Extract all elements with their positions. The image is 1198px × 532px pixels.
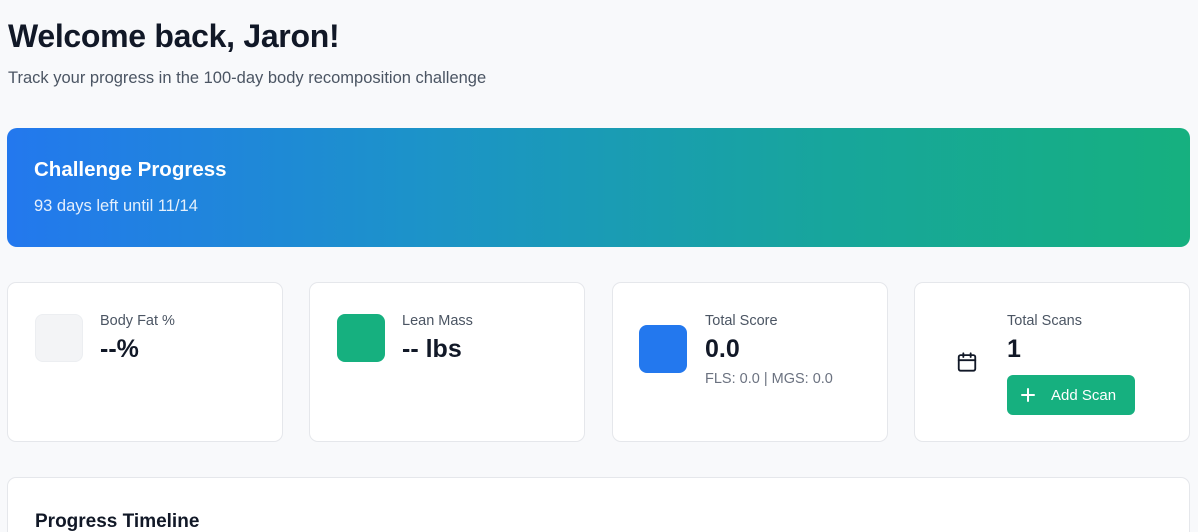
total-scans-card: Total Scans 1 Add Scan [914, 282, 1190, 442]
progress-timeline-card: Progress Timeline [7, 477, 1190, 532]
calendar-icon [957, 352, 977, 372]
add-scan-button[interactable]: Add Scan [1007, 375, 1135, 415]
score-breakdown: FLS: 0.0 | MGS: 0.0 [705, 371, 833, 387]
lean-mass-value: -- lbs [402, 335, 462, 363]
plus-icon [1021, 388, 1035, 402]
total-score-label: Total Score [705, 313, 778, 329]
dashboard-page: Welcome back, Jaron! Track your progress… [0, 0, 1198, 532]
challenge-days-left: 93 days left until 11/14 [34, 197, 198, 215]
body-fat-icon [35, 314, 83, 362]
total-scans-value: 1 [1007, 335, 1021, 363]
page-subtitle: Track your progress in the 100-day body … [8, 69, 487, 87]
add-scan-label: Add Scan [1051, 386, 1117, 404]
body-fat-value: --% [100, 335, 139, 363]
lean-mass-card: Lean Mass -- lbs [309, 282, 585, 442]
lean-mass-label: Lean Mass [402, 313, 473, 329]
total-scans-label: Total Scans [1007, 313, 1082, 329]
score-icon [639, 325, 687, 373]
total-score-card: Total Score 0.0 FLS: 0.0 | MGS: 0.0 [612, 282, 888, 442]
page-title: Welcome back, Jaron! [8, 18, 340, 54]
total-score-value: 0.0 [705, 335, 740, 363]
body-fat-label: Body Fat % [100, 313, 175, 329]
progress-timeline-title: Progress Timeline [35, 511, 200, 532]
lean-mass-icon [337, 314, 385, 362]
challenge-progress-banner: Challenge Progress 93 days left until 11… [7, 128, 1190, 247]
body-fat-card: Body Fat % --% [7, 282, 283, 442]
challenge-progress-title: Challenge Progress [34, 158, 227, 181]
